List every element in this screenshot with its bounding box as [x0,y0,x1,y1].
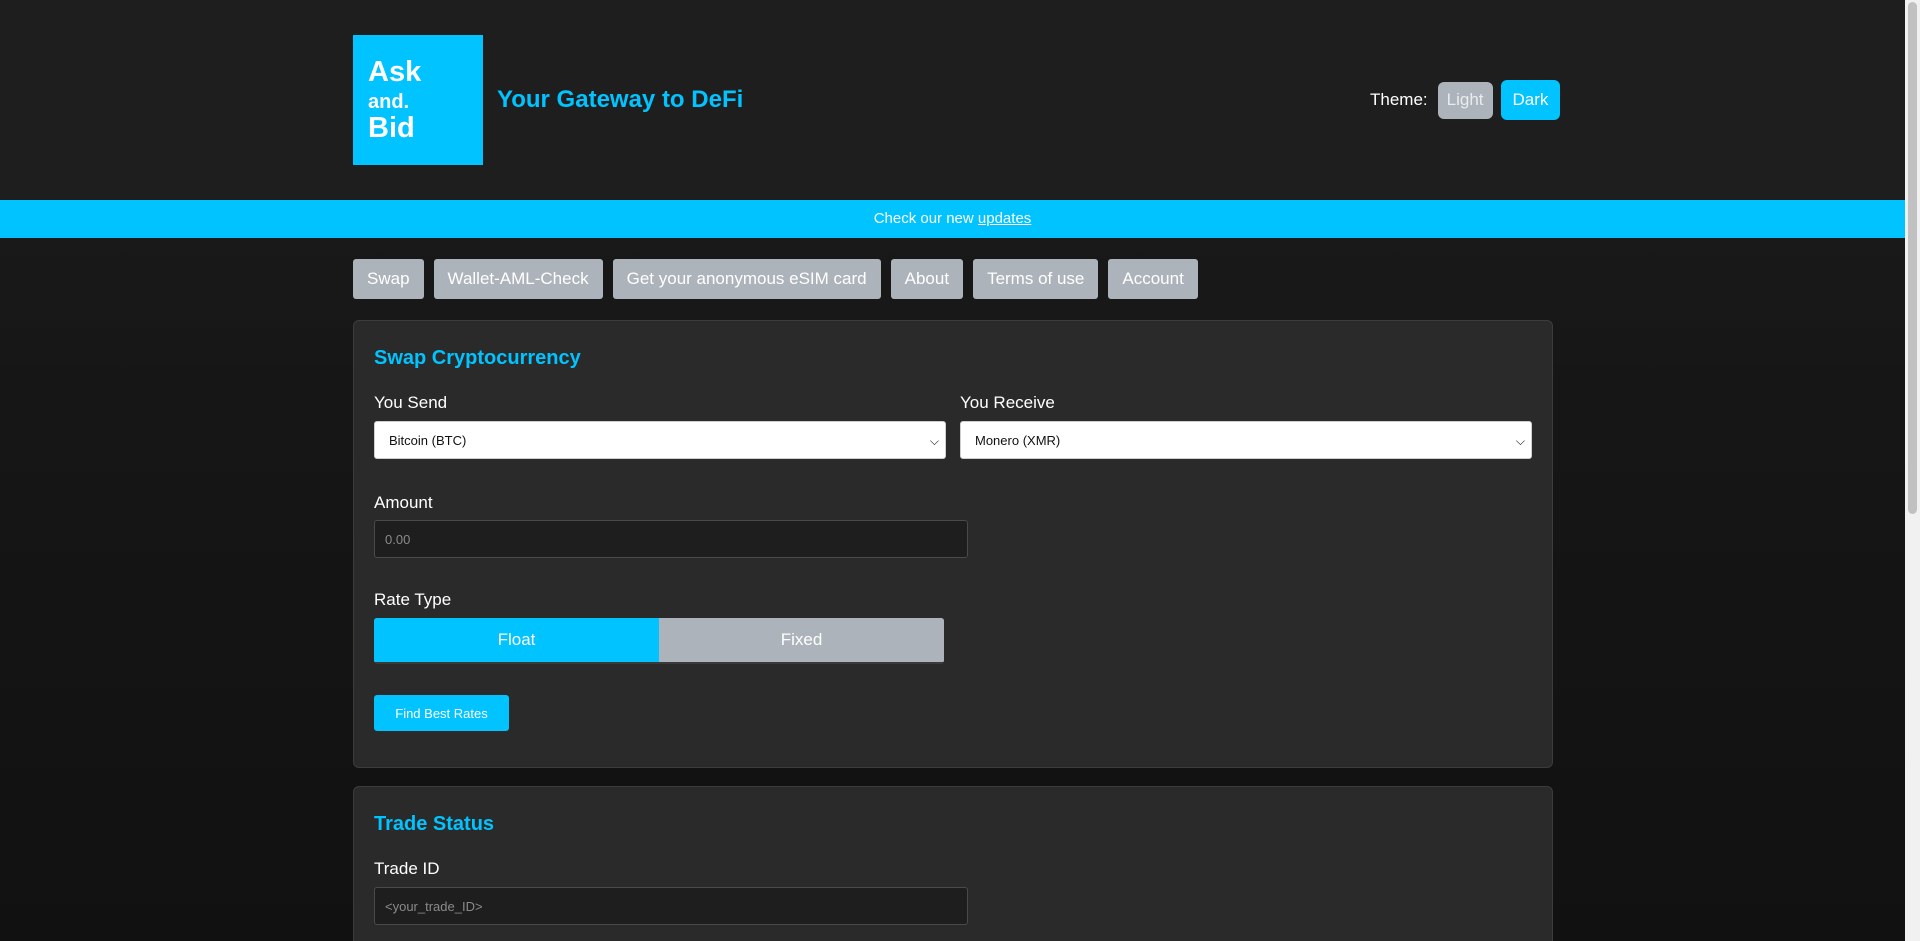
chevron-down-icon: ⌵ [1515,434,1525,448]
logo-line-bid: Bid [368,112,415,144]
find-best-rates-button[interactable]: Find Best Rates [374,695,509,731]
rate-float-button[interactable]: Float [374,618,659,662]
trade-status-card: Trade Status Trade ID [353,786,1553,941]
theme-switcher: Theme: Light Dark [1370,80,1561,120]
trade-id-input[interactable] [374,887,968,925]
logo-line-and: and. [368,91,410,113]
rate-type-label: Rate Type [374,590,452,609]
amount-input[interactable] [374,520,968,558]
page: Ask and. Bid Your Gateway to DeFi Theme:… [0,0,1905,941]
you-send-label: You Send [374,393,448,412]
nav-tab-about[interactable]: About [890,259,964,299]
banner-text: Check our new [873,210,978,227]
vertical-scrollbar[interactable] [1905,0,1920,941]
theme-light-button[interactable]: Light [1437,81,1493,119]
receive-currency-select[interactable]: Monero (XMR) ⌵ [960,421,1532,459]
nav-tab-account[interactable]: Account [1108,259,1198,299]
nav-tab-esim[interactable]: Get your anonymous eSIM card [612,259,881,299]
updates-banner: Check our new updates [0,200,1905,238]
logo[interactable]: Ask and. Bid [353,35,483,165]
rate-fixed-button[interactable]: Fixed [659,618,944,662]
you-receive-label: You Receive [960,393,1055,412]
theme-label: Theme: [1370,90,1428,109]
send-currency-value: Bitcoin (BTC) [389,433,467,448]
top-header: Ask and. Bid Your Gateway to DeFi Theme:… [0,0,1905,200]
trade-id-label: Trade ID [374,859,440,878]
rate-type-toggle: Float Fixed [374,618,944,664]
trade-status-title: Trade Status [374,813,495,835]
updates-link[interactable]: updates [978,210,1031,227]
nav-tab-terms[interactable]: Terms of use [973,259,1099,299]
swap-card: Swap Cryptocurrency You Send Bitcoin (BT… [353,320,1553,768]
site-tagline: Your Gateway to DeFi [497,86,744,113]
amount-label: Amount [374,493,433,512]
nav-tab-swap[interactable]: Swap [353,259,424,299]
logo-line-ask: Ask [368,56,422,88]
scrollbar-thumb[interactable] [1908,2,1917,514]
receive-currency-value: Monero (XMR) [975,433,1061,448]
send-currency-select[interactable]: Bitcoin (BTC) ⌵ [374,421,946,459]
nav-tab-wallet-aml-check[interactable]: Wallet-AML-Check [433,259,603,299]
swap-title: Swap Cryptocurrency [374,347,581,369]
chevron-down-icon: ⌵ [929,434,939,448]
theme-dark-button[interactable]: Dark [1500,80,1561,120]
main-nav: Swap Wallet-AML-Check Get your anonymous… [353,259,1208,299]
